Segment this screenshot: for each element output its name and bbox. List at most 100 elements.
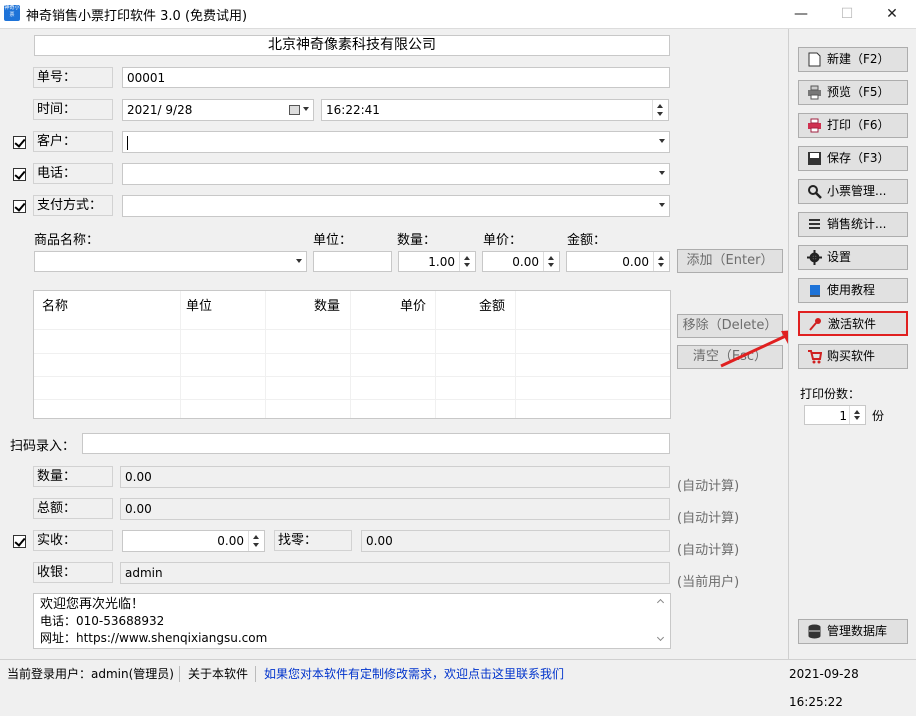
preview-button[interactable]: 预览（F5） [798, 80, 908, 105]
close-button[interactable]: ✕ [869, 0, 915, 28]
textarea-scrollbar[interactable] [653, 594, 670, 648]
key-icon [809, 318, 821, 331]
unit-field[interactable] [313, 251, 392, 272]
grid-line [34, 353, 670, 354]
paid-stepper[interactable]: 0.00 [122, 530, 265, 552]
product-name-combobox[interactable] [34, 251, 307, 272]
tutorial-button[interactable]: 使用教程 [798, 278, 908, 303]
app-icon: 神奇小票 [4, 5, 20, 21]
payment-combobox[interactable] [122, 195, 670, 217]
amount-value: 0.00 [622, 255, 649, 269]
right-toolbar: 新建（F2） 预览（F5） 打印（F6） 保存（F3） 小票管理... 销售统计… [788, 29, 916, 659]
paid-checkbox[interactable] [13, 535, 26, 548]
cashier-label: 收银： [33, 562, 113, 583]
column-header-name[interactable]: 名称 [42, 295, 68, 314]
status-divider [255, 666, 256, 682]
order-no-field[interactable]: 00001 [122, 67, 670, 88]
buy-software-button[interactable]: 购买软件 [798, 344, 908, 369]
buy-label: 购买软件 [827, 349, 876, 363]
column-header-price[interactable]: 单价 [400, 295, 426, 314]
column-header-qty[interactable]: 数量 [314, 295, 340, 314]
print-copies-value: 1 [839, 409, 847, 423]
activate-software-button[interactable]: 激活软件 [798, 311, 908, 336]
tutorial-label: 使用教程 [827, 283, 876, 297]
window-title: 神奇销售小票打印软件 3.0 (免费试用) [26, 9, 248, 24]
add-button[interactable]: 添加（Enter） [677, 249, 783, 273]
price-spinner[interactable] [543, 252, 559, 271]
chevron-down-icon[interactable] [303, 107, 309, 111]
activate-label: 激活软件 [828, 317, 877, 331]
price-stepper[interactable]: 0.00 [482, 251, 560, 272]
date-picker[interactable]: 2021/ 9/28 [122, 99, 314, 121]
current-user-status: 当前登录用户：admin(管理员) [7, 667, 174, 681]
paid-spinner[interactable] [248, 531, 264, 551]
settings-label: 设置 [827, 250, 852, 264]
new-label: 新建（F2） [827, 52, 890, 66]
items-table[interactable]: 名称 单位 数量 单价 金额 [33, 290, 671, 419]
status-bar: 当前登录用户：admin(管理员) 关于本软件 如果您对本软件有定制修改需求，欢… [0, 659, 916, 709]
printer-icon [808, 118, 821, 133]
auto-calc-hint: (自动计算) [677, 543, 740, 558]
customer-checkbox[interactable] [13, 136, 26, 149]
print-button[interactable]: 打印（F6） [798, 113, 908, 138]
chevron-down-icon[interactable] [296, 259, 302, 263]
company-name-field[interactable]: 北京神奇像素科技有限公司 [34, 35, 670, 56]
amount-label: 金额： [567, 233, 607, 248]
floppy-icon [808, 152, 821, 165]
change-label: 找零： [274, 530, 352, 551]
about-link[interactable]: 关于本软件 [188, 660, 248, 688]
preview-label: 预览（F5） [827, 85, 890, 99]
gear-icon [807, 250, 822, 265]
status-datetime: 2021-09-28 16:25:22 [789, 667, 859, 709]
footer-message-textarea[interactable]: 欢迎您再次光临！ 电话：010-53688932 网址：https://www.… [33, 593, 671, 649]
price-label: 单价： [483, 233, 523, 248]
database-management-button[interactable]: 管理数据库 [798, 619, 908, 644]
maximize-button[interactable]: ☐ [824, 0, 870, 28]
amount-stepper[interactable]: 0.00 [566, 251, 670, 272]
ticket-management-label: 小票管理... [827, 184, 887, 198]
chevron-down-icon[interactable] [659, 139, 665, 143]
amount-spinner[interactable] [653, 252, 669, 271]
chevron-down-icon[interactable] [659, 171, 665, 175]
customization-link[interactable]: 如果您对本软件有定制修改需求，欢迎点击这里联系我们 [264, 660, 564, 688]
title-bar: 神奇小票 神奇销售小票打印软件 3.0 (免费试用) — ☐ ✕ [0, 0, 916, 28]
customer-label: 客户： [33, 131, 113, 152]
total-amount-field: 0.00 [120, 498, 670, 520]
phone-combobox[interactable] [122, 163, 670, 185]
chevron-down-icon[interactable] [656, 633, 665, 642]
calendar-icon[interactable] [289, 105, 300, 115]
customer-combobox[interactable] [122, 131, 670, 153]
payment-checkbox[interactable] [13, 200, 26, 213]
time-spinner[interactable] [652, 100, 668, 120]
chevron-up-icon[interactable] [656, 598, 665, 607]
minimize-button[interactable]: — [778, 0, 824, 28]
qty-value: 1.00 [428, 255, 455, 269]
sales-statistics-button[interactable]: 销售统计... [798, 212, 908, 237]
column-header-amount[interactable]: 金额 [479, 295, 505, 314]
settings-button[interactable]: 设置 [798, 245, 908, 270]
product-name-label: 商品名称： [34, 233, 100, 248]
scan-input[interactable] [82, 433, 670, 454]
sales-statistics-label: 销售统计... [827, 217, 887, 231]
status-divider [179, 666, 180, 682]
current-user-hint: (当前用户) [677, 575, 740, 590]
column-header-unit[interactable]: 单位 [186, 295, 212, 314]
cashier-field: admin [120, 562, 670, 584]
new-button[interactable]: 新建（F2） [798, 47, 908, 72]
qty-spinner[interactable] [459, 252, 475, 271]
ticket-management-button[interactable]: 小票管理... [798, 179, 908, 204]
copies-unit-label: 份 [872, 409, 885, 423]
time-field[interactable]: 16:22:41 [321, 99, 669, 121]
save-button[interactable]: 保存（F3） [798, 146, 908, 171]
phone-label: 电话： [33, 163, 113, 184]
print-copies-stepper[interactable]: 1 [804, 405, 866, 425]
chevron-down-icon[interactable] [659, 203, 665, 207]
copies-spinner[interactable] [849, 406, 865, 424]
qty-stepper[interactable]: 1.00 [398, 251, 476, 272]
grid-line [34, 376, 670, 377]
phone-checkbox[interactable] [13, 168, 26, 181]
auto-calc-hint: (自动计算) [677, 479, 740, 494]
database-icon [808, 624, 821, 639]
save-label: 保存（F3） [827, 151, 890, 165]
total-amount-label: 总额： [33, 498, 113, 519]
